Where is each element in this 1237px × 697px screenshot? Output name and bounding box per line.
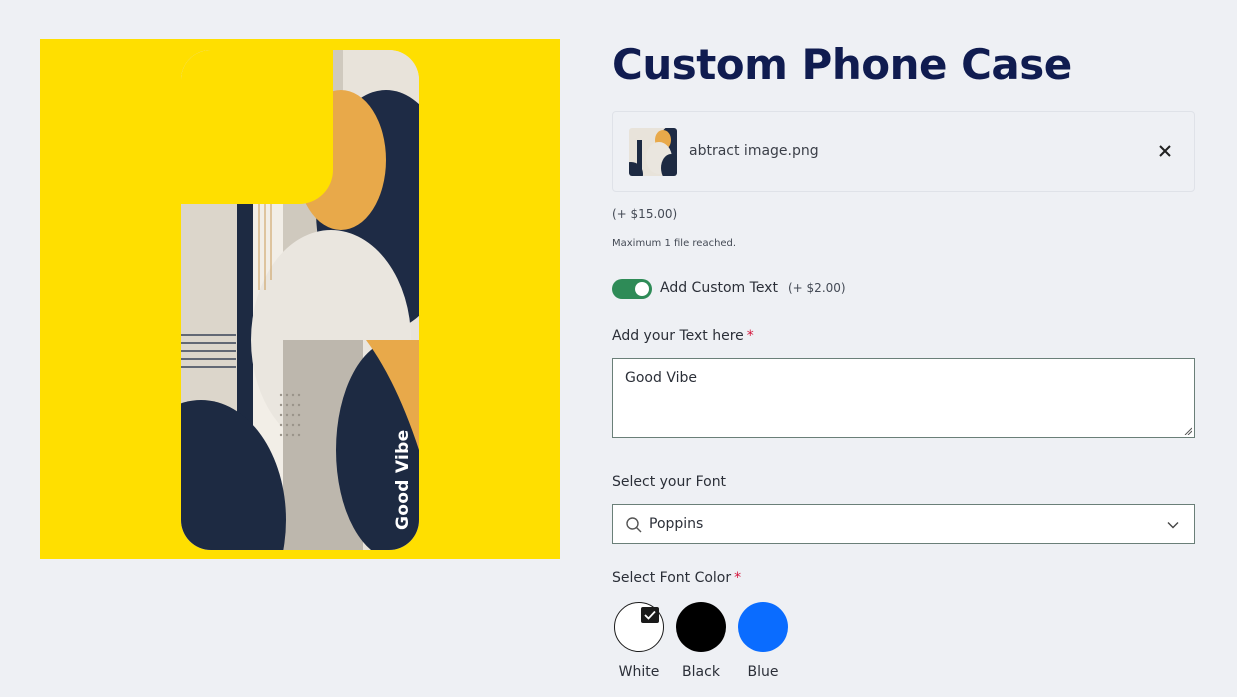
toggle-knob [635, 282, 649, 296]
color-label-blue: Blue [747, 664, 779, 680]
text-field-label-text: Add your Text here [612, 328, 744, 344]
page-title: Custom Phone Case [612, 40, 1072, 89]
custom-text-toggle-label: Add Custom Text [660, 280, 778, 296]
close-icon[interactable] [1156, 142, 1174, 160]
chevron-down-icon [1167, 522, 1179, 529]
uploaded-file-card: abtract image.png [612, 111, 1195, 192]
custom-text-value: Good Vibe [625, 370, 697, 386]
camera-cutout [181, 50, 333, 204]
upload-limit-note: Maximum 1 file reached. [612, 238, 737, 249]
color-label-white: White [618, 664, 660, 680]
phone-case-image: Good Vibe [181, 50, 419, 550]
custom-text-input[interactable]: Good Vibe [612, 358, 1195, 438]
search-icon [626, 517, 642, 533]
product-preview: Good Vibe [40, 39, 560, 559]
color-swatch-black[interactable] [676, 602, 726, 652]
required-mark: * [734, 570, 742, 586]
color-label-black: Black [682, 664, 720, 680]
color-swatch-white[interactable] [614, 602, 664, 652]
file-thumbnail [629, 128, 677, 176]
font-selected-value: Poppins [649, 516, 704, 532]
text-field-label: Add your Text here * [612, 328, 754, 344]
case-custom-text: Good Vibe [393, 429, 413, 530]
font-select-label: Select your Font [612, 474, 727, 490]
custom-text-price: (+ $2.00) [788, 281, 846, 295]
font-color-label: Select Font Color * [612, 570, 741, 586]
file-name: abtract image.png [689, 143, 819, 159]
required-mark: * [746, 328, 754, 344]
font-dropdown[interactable]: Poppins [612, 504, 1195, 544]
check-icon [641, 607, 659, 623]
upload-price: (+ $15.00) [612, 207, 678, 221]
custom-text-toggle[interactable] [612, 279, 652, 299]
color-swatch-blue[interactable] [738, 602, 788, 652]
font-color-label-text: Select Font Color [612, 570, 732, 586]
resize-grip-icon[interactable] [1184, 427, 1192, 435]
